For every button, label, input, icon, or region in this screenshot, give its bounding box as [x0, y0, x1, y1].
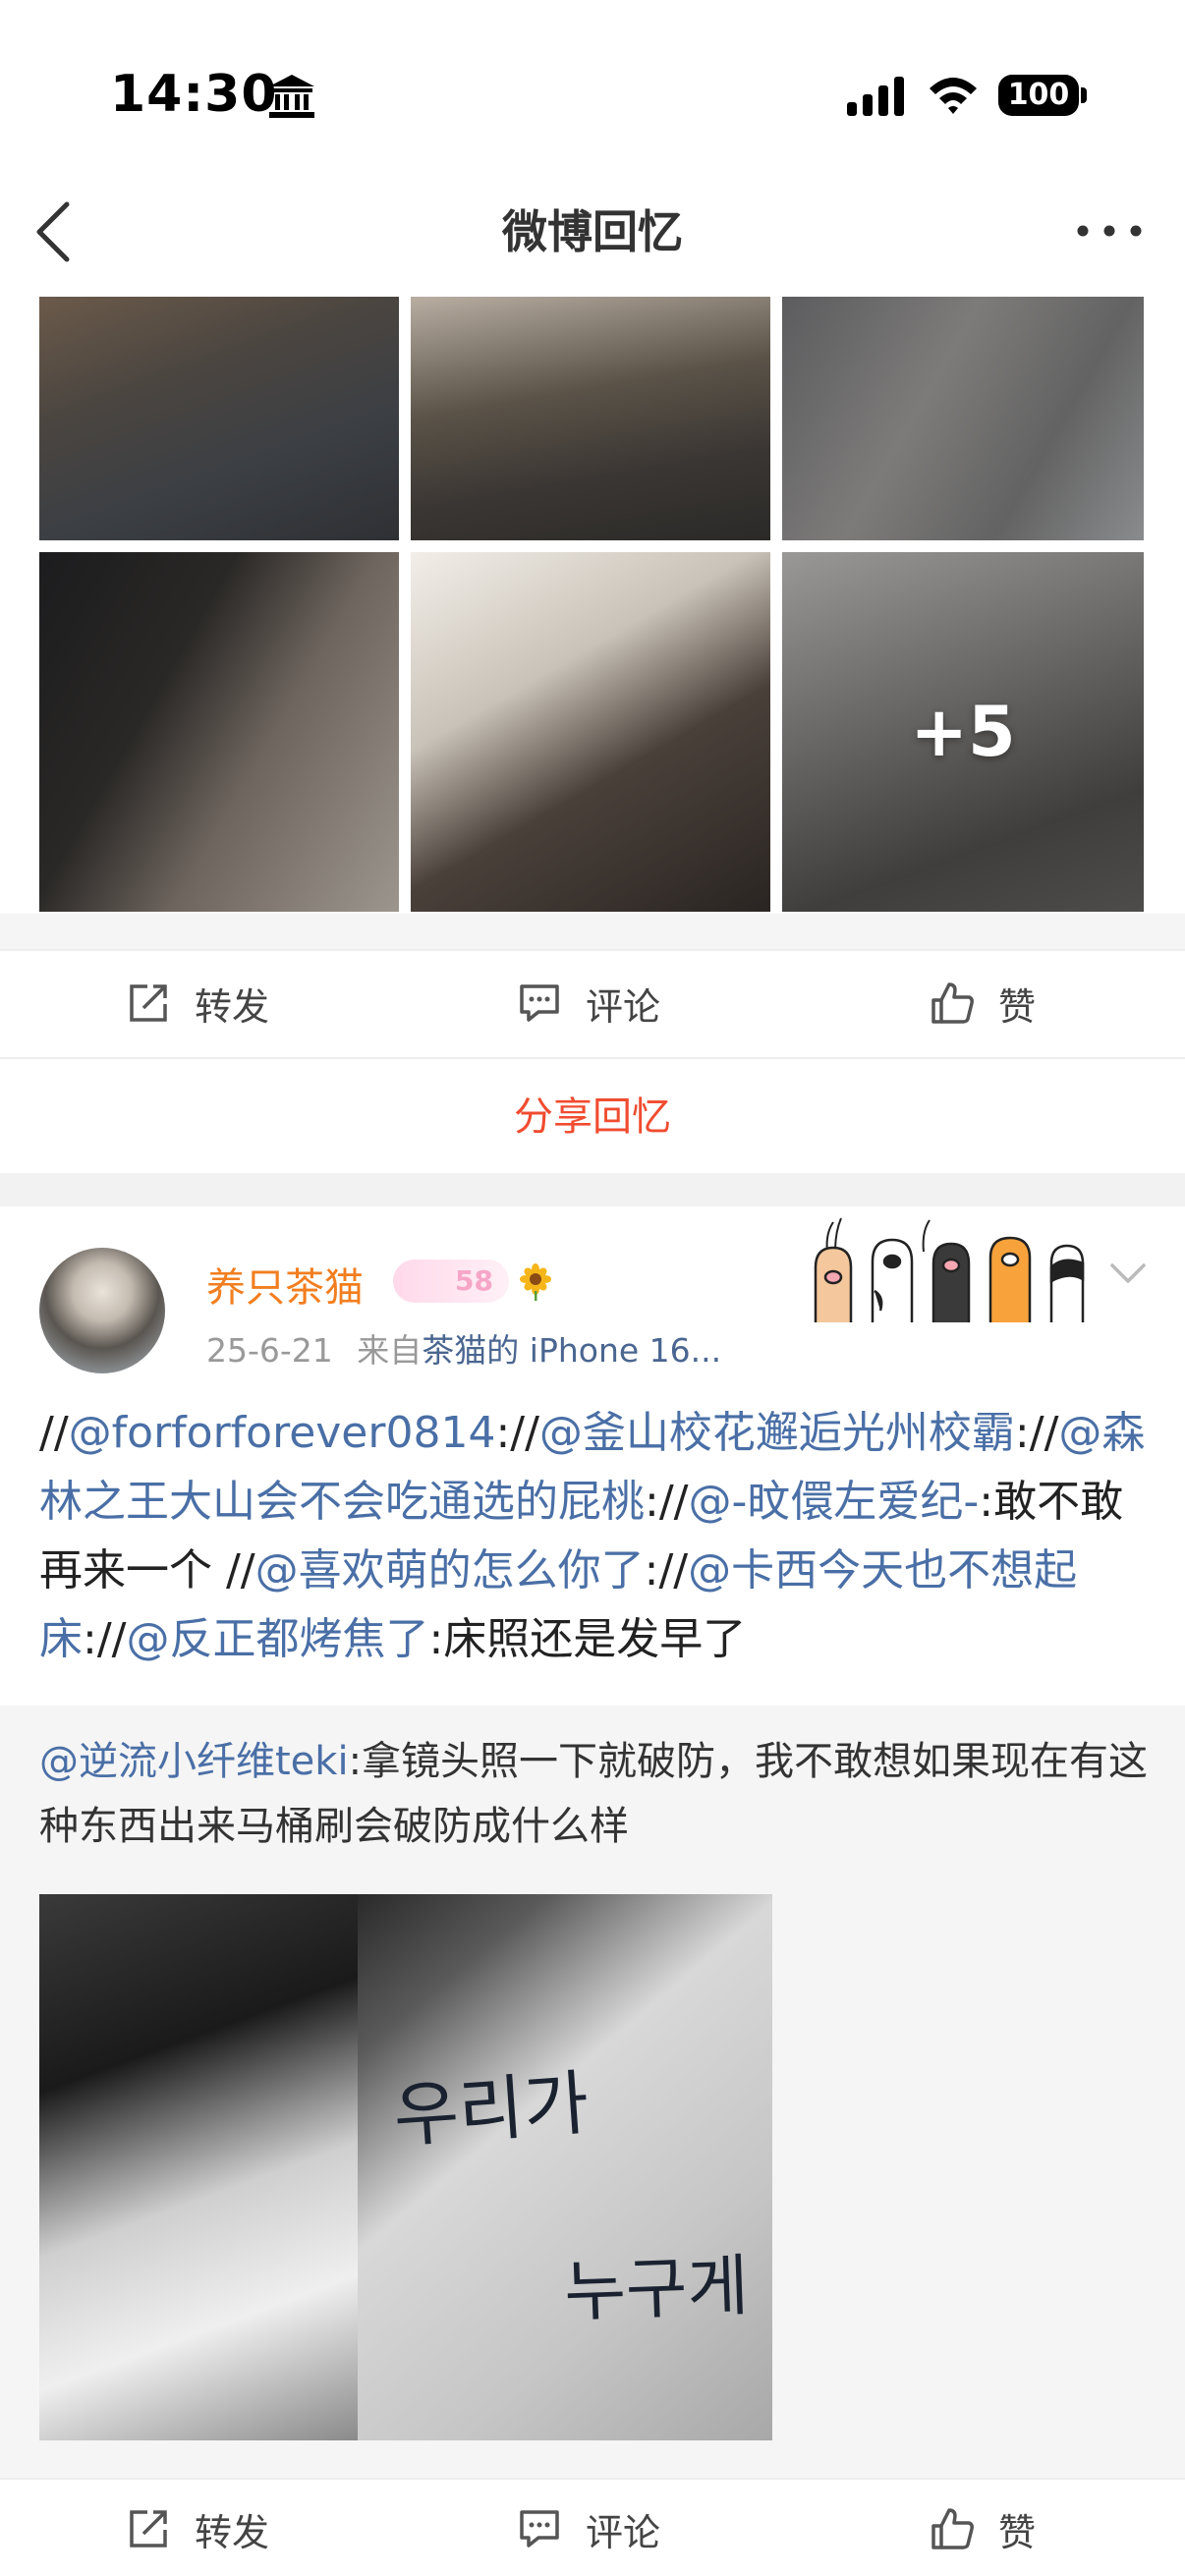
- avatar[interactable]: [39, 1248, 165, 1373]
- handwriting-line-1: 우리가: [390, 2061, 592, 2157]
- battery-tip: [1081, 87, 1087, 103]
- handwriting-line-2: 누구게: [562, 2247, 751, 2332]
- comment-label: 评论: [586, 984, 661, 1029]
- thumbs-up-icon: [931, 982, 974, 1024]
- chevron-down-icon[interactable]: [1108, 1260, 1148, 1289]
- bank-icon: [269, 75, 314, 118]
- quote-author[interactable]: @逆流小纤维teki: [39, 1739, 349, 1784]
- action-bar-top: 转发 评论 赞: [0, 949, 1185, 1053]
- post-text: //@forforforever0814://@釜山校花邂逅光州校霸://@森林…: [39, 1399, 1150, 1674]
- source-prefix: 来自: [357, 1331, 423, 1370]
- mention-link[interactable]: @釜山校花邂逅光州校霸: [539, 1408, 1015, 1458]
- grid-photo-6[interactable]: +5: [782, 552, 1144, 912]
- share-memory-button[interactable]: 分享回忆: [0, 1057, 1185, 1173]
- comment-icon: [520, 2510, 559, 2548]
- wifi-icon: [930, 78, 977, 114]
- thumbs-up-icon: [931, 2508, 974, 2549]
- username[interactable]: 养只茶猫: [206, 1256, 364, 1313]
- battery-indicator: 100: [998, 75, 1079, 116]
- post-text-segment: :床照还是发早了: [428, 1614, 747, 1664]
- post-source[interactable]: 茶猫的 iPhone 16...: [422, 1331, 721, 1370]
- grid-photo-1[interactable]: [39, 297, 399, 540]
- level-badge: 58: [393, 1260, 509, 1303]
- quote-photo-right: 우리가 누구게: [358, 1894, 772, 2440]
- section-gap: [0, 914, 1185, 949]
- comment-icon: [520, 984, 559, 1022]
- mention-link[interactable]: @forforforever0814: [69, 1408, 496, 1458]
- mention-link[interactable]: @-旼儇左爱纪-: [688, 1477, 979, 1527]
- like-label: 赞: [998, 2510, 1037, 2554]
- quote-photo-left: [39, 1894, 358, 2440]
- repost-icon: [130, 984, 167, 1022]
- repost-label: 转发: [195, 2510, 270, 2554]
- quote-photo[interactable]: 우리가 누구게: [39, 1894, 772, 2440]
- status-time: 14:30: [110, 65, 278, 124]
- page-title: 微博回忆: [502, 205, 683, 258]
- more-photos-count: +5: [910, 692, 1016, 772]
- grid-photo-4[interactable]: [39, 552, 399, 912]
- post-text-segment: ://: [83, 1614, 127, 1664]
- section-gap-2: [0, 1173, 1185, 1206]
- post-text-segment: ://: [495, 1408, 539, 1458]
- grid-photo-2[interactable]: [411, 297, 770, 540]
- more-icon[interactable]: [1075, 220, 1144, 242]
- quote-text: @逆流小纤维teki:拿镜头照一下就破防，我不敢想如果现在有这种东西出来马桶刷会…: [39, 1729, 1150, 1859]
- signal-icon: [847, 77, 904, 116]
- like-button-2[interactable]: 赞: [930, 2480, 1036, 2576]
- grid-photo-3[interactable]: [782, 297, 1144, 540]
- post-text-segment: ://: [1014, 1408, 1059, 1458]
- repost-icon: [130, 2510, 167, 2548]
- post-meta: 25-6-21 来自茶猫的 iPhone 16...: [206, 1324, 721, 1372]
- mention-link[interactable]: @反正都烤焦了: [126, 1614, 428, 1664]
- grid-photo-5[interactable]: [411, 552, 770, 912]
- post-text-segment: ://: [645, 1477, 689, 1527]
- post-date: 25-6-21: [206, 1331, 333, 1370]
- cat-paws-icon: [814, 1217, 1085, 1322]
- status-bar: 14:30 100: [0, 0, 1185, 187]
- like-button[interactable]: 赞: [930, 951, 1036, 1055]
- repost-button-2[interactable]: 转发: [126, 2480, 269, 2576]
- mention-link[interactable]: @喜欢萌的怎么你了: [255, 1545, 645, 1596]
- post-text-segment: ://: [644, 1545, 689, 1596]
- repost-label: 转发: [195, 984, 270, 1029]
- sunflower-icon: [520, 1263, 551, 1301]
- post-text-segment: //: [39, 1408, 69, 1458]
- comment-button[interactable]: 评论: [517, 951, 660, 1055]
- like-label: 赞: [998, 984, 1037, 1029]
- repost-button[interactable]: 转发: [126, 951, 269, 1055]
- action-bar-bottom: 转发 评论 赞: [0, 2478, 1185, 2576]
- comment-label: 评论: [586, 2510, 661, 2554]
- comment-button-2[interactable]: 评论: [517, 2480, 660, 2576]
